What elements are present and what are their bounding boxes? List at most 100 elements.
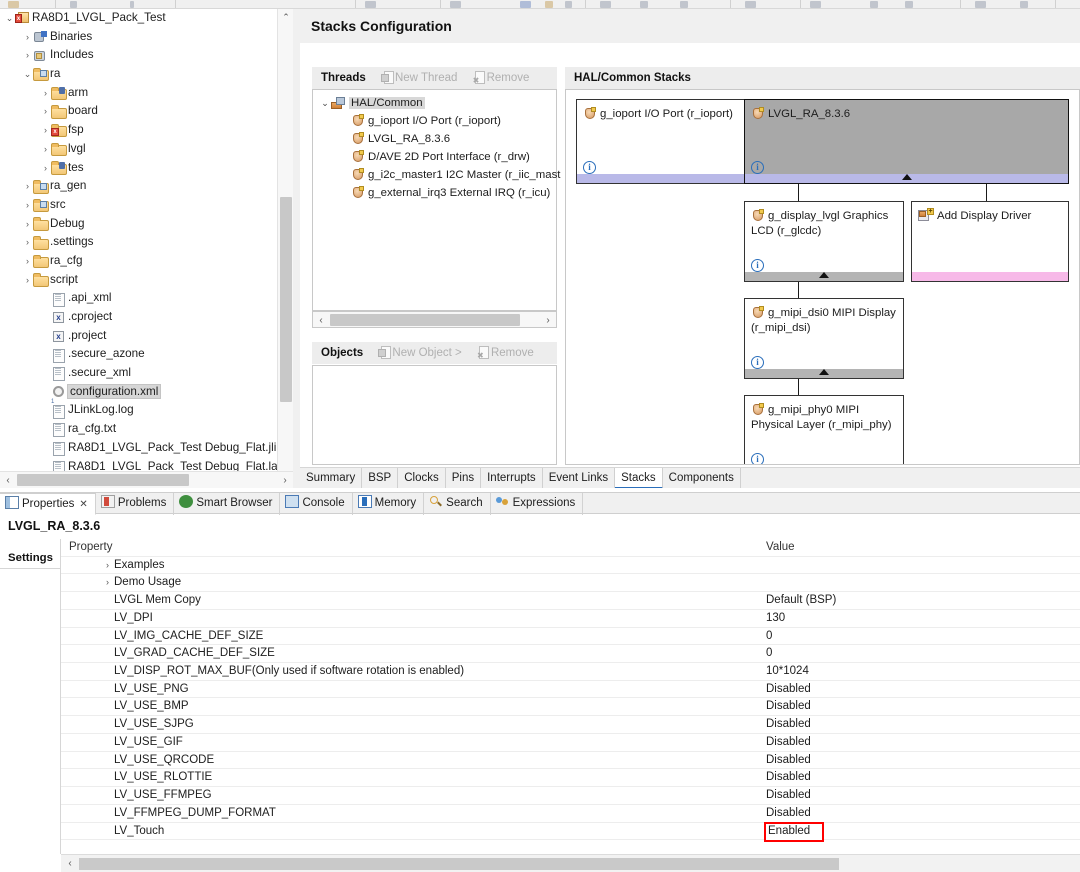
- property-row[interactable]: LV_FFMPEG_DUMP_FORMAT Disabled: [61, 805, 1080, 823]
- explorer-scroll-thumb[interactable]: [280, 197, 292, 402]
- stack-box-mipi-phy[interactable]: g_mipi_phy0 MIPI Physical Layer (r_mipi_…: [744, 395, 904, 464]
- editor-tab-event-links[interactable]: Event Links: [543, 468, 616, 488]
- properties-hscroll-thumb[interactable]: [79, 858, 839, 870]
- explorer-item-ra8d1-lvgl-pack-test[interactable]: ⌄ x RA8D1_LVGL_Pack_Test: [0, 9, 277, 28]
- property-row[interactable]: LV_USE_BMP Disabled: [61, 698, 1080, 717]
- threads-tree[interactable]: ⌄ HAL/Common g_ioport I/O Port (r_ioport) L…: [313, 90, 560, 202]
- editor-tab-interrupts[interactable]: Interrupts: [481, 468, 543, 488]
- remove-object-button[interactable]: Remove: [477, 342, 534, 367]
- explorer-item-fsp[interactable]: › x fsp: [0, 121, 277, 140]
- expand-arrow-icon[interactable]: ⌄: [4, 9, 15, 28]
- stack-box-mipi-dsi[interactable]: g_mipi_dsi0 MIPI Display (r_mipi_dsi) i: [744, 298, 904, 379]
- expand-arrow-icon[interactable]: ›: [40, 121, 51, 140]
- editor-tab-summary[interactable]: Summary: [300, 468, 363, 488]
- property-value[interactable]: Disabled: [766, 698, 811, 716]
- property-value[interactable]: 0: [766, 628, 772, 646]
- stack-box-lvgl[interactable]: LVGL_RA_8.3.6 i: [744, 99, 1069, 184]
- property-row[interactable]: LV_DPI 130: [61, 610, 1080, 628]
- property-row[interactable]: LVGL Mem Copy Default (BSP): [61, 592, 1080, 610]
- property-value[interactable]: 130: [766, 610, 785, 628]
- thread-node-g-i2c-master1-i2c-master-r-iic-mast[interactable]: g_i2c_master1 I2C Master (r_iic_mast: [313, 166, 560, 184]
- close-icon[interactable]: ✕: [79, 499, 87, 510]
- explorer-item--settings[interactable]: › .settings: [0, 233, 277, 252]
- explorer-item-ra-gen[interactable]: › ra_gen: [0, 177, 277, 196]
- property-row[interactable]: LV_USE_PNG Disabled: [61, 681, 1080, 699]
- properties-scroll-left-icon[interactable]: ‹: [63, 855, 77, 872]
- property-row[interactable]: › Examples: [61, 557, 1080, 575]
- explorer-horizontal-scrollbar[interactable]: ‹ ›: [0, 471, 293, 488]
- editor-tab-components[interactable]: Components: [663, 468, 741, 488]
- properties-table[interactable]: Property Value › Examples › Demo Usage LVGL …: [61, 539, 1080, 854]
- property-value[interactable]: Disabled: [766, 681, 811, 699]
- expand-arrow-icon[interactable]: ›: [22, 215, 33, 234]
- info-icon[interactable]: i: [583, 161, 596, 174]
- new-thread-button[interactable]: New Thread: [380, 67, 457, 89]
- view-tab-expressions[interactable]: Expressions: [491, 493, 584, 515]
- thread-node-hal-common[interactable]: ⌄ HAL/Common: [313, 94, 556, 112]
- property-row[interactable]: LV_USE_SJPG Disabled: [61, 716, 1080, 734]
- explorer-item-src[interactable]: › src: [0, 196, 277, 215]
- view-tab-problems[interactable]: Problems: [96, 493, 175, 515]
- threads-horizontal-scrollbar[interactable]: ‹ ›: [312, 311, 557, 328]
- scroll-up-icon[interactable]: ⌃: [278, 9, 293, 26]
- explorer-item--api-xml[interactable]: .api_xml: [0, 289, 277, 308]
- explorer-item-script[interactable]: › script: [0, 271, 277, 290]
- explorer-item-board[interactable]: › board: [0, 102, 277, 121]
- thread-node-d-ave-2d-port-interface-r-drw-[interactable]: D/AVE 2D Port Interface (r_drw): [313, 148, 556, 166]
- explorer-item-ra-cfg-txt[interactable]: ra_cfg.txt: [0, 420, 277, 439]
- property-row[interactable]: LV_USE_QRCODE Disabled: [61, 752, 1080, 770]
- property-value[interactable]: Disabled: [766, 805, 811, 823]
- explorer-item-debug[interactable]: › Debug: [0, 215, 277, 234]
- expand-arrow-icon[interactable]: ›: [22, 233, 33, 252]
- explorer-item-tes[interactable]: › tes: [0, 159, 277, 178]
- property-row[interactable]: LV_USE_FFMPEG Disabled: [61, 787, 1080, 805]
- explorer-item-binaries[interactable]: › Binaries: [0, 28, 277, 47]
- explorer-item-configuration-xml[interactable]: 1 configuration.xml: [0, 383, 277, 405]
- property-value[interactable]: Disabled: [766, 752, 811, 770]
- expand-arrow-icon[interactable]: ⌄: [22, 65, 33, 84]
- threads-scroll-left-icon[interactable]: ‹: [313, 312, 329, 329]
- scroll-right-icon[interactable]: ›: [277, 472, 293, 488]
- project-explorer[interactable]: ⌄ x RA8D1_LVGL_Pack_Test › Binaries › Includes…: [0, 9, 293, 488]
- editor-tab-bsp[interactable]: BSP: [362, 468, 399, 488]
- explorer-item-ra-cfg[interactable]: › ra_cfg: [0, 252, 277, 271]
- properties-horizontal-scrollbar[interactable]: ‹: [61, 854, 1080, 872]
- view-tab-smart-browser[interactable]: Smart Browser: [174, 493, 281, 515]
- expand-arrow-icon[interactable]: ›: [22, 46, 33, 65]
- view-tab-properties[interactable]: Properties ✕: [0, 493, 96, 515]
- thread-node-g-ioport-i-o-port-r-ioport-[interactable]: g_ioport I/O Port (r_ioport): [313, 112, 556, 130]
- stack-box-glcdc[interactable]: g_display_lvgl Graphics LCD (r_glcdc) i: [744, 201, 904, 282]
- stack-box-add-display-driver[interactable]: + Add Display Driver: [911, 201, 1069, 282]
- property-value[interactable]: Disabled: [766, 769, 811, 787]
- explorer-item-arm[interactable]: › arm: [0, 84, 277, 103]
- explorer-item-ra[interactable]: ⌄ ra: [0, 65, 277, 84]
- property-value[interactable]: Disabled: [766, 787, 811, 805]
- view-tab-console[interactable]: Console: [280, 493, 353, 515]
- property-row[interactable]: LV_USE_RLOTTIE Disabled: [61, 769, 1080, 788]
- property-row[interactable]: LV_USE_GIF Disabled: [61, 734, 1080, 752]
- editor-tab-clocks[interactable]: Clocks: [398, 468, 446, 488]
- settings-tab[interactable]: Settings: [0, 547, 61, 569]
- property-row[interactable]: LV_DISP_ROT_MAX_BUF(Only used if softwar…: [61, 663, 1080, 681]
- project-tree[interactable]: ⌄ x RA8D1_LVGL_Pack_Test › Binaries › Includes…: [0, 9, 293, 476]
- threads-scroll-right-icon[interactable]: ›: [540, 312, 556, 329]
- explorer-vertical-scrollbar[interactable]: ⌃ ⌄: [277, 9, 293, 488]
- explorer-item-ra8d1-lvgl-pack-test-debug-flat-jlink[interactable]: RA8D1_LVGL_Pack_Test Debug_Flat.jlink: [0, 439, 289, 458]
- explorer-item-includes[interactable]: › Includes: [0, 46, 277, 65]
- threads-tree-box[interactable]: ⌄ HAL/Common g_ioport I/O Port (r_ioport) L…: [312, 89, 560, 311]
- explorer-item--secure-xml[interactable]: .secure_xml: [0, 364, 277, 383]
- property-value[interactable]: 0: [766, 645, 772, 663]
- view-tab-bar[interactable]: Properties ✕ Problems Smart Browser Console M…: [0, 492, 1080, 515]
- property-value[interactable]: Disabled: [766, 716, 811, 734]
- thread-node-lvgl-ra-8-3-6[interactable]: LVGL_RA_8.3.6: [313, 130, 556, 148]
- expand-arrow-icon[interactable]: ›: [22, 196, 33, 215]
- info-icon[interactable]: i: [751, 259, 764, 272]
- editor-tab-pins[interactable]: Pins: [446, 468, 482, 488]
- explorer-item--cproject[interactable]: x .cproject: [0, 308, 277, 327]
- property-value[interactable]: 10*1024: [766, 663, 809, 681]
- property-row[interactable]: LV_GRAD_CACHE_DEF_SIZE 0: [61, 645, 1080, 664]
- vertical-splitter[interactable]: [293, 9, 300, 488]
- info-icon[interactable]: i: [751, 161, 764, 174]
- explorer-hscroll-thumb[interactable]: [17, 474, 189, 486]
- thread-node-g-external-irq3-external-irq-r-icu-[interactable]: g_external_irq3 External IRQ (r_icu): [313, 184, 556, 202]
